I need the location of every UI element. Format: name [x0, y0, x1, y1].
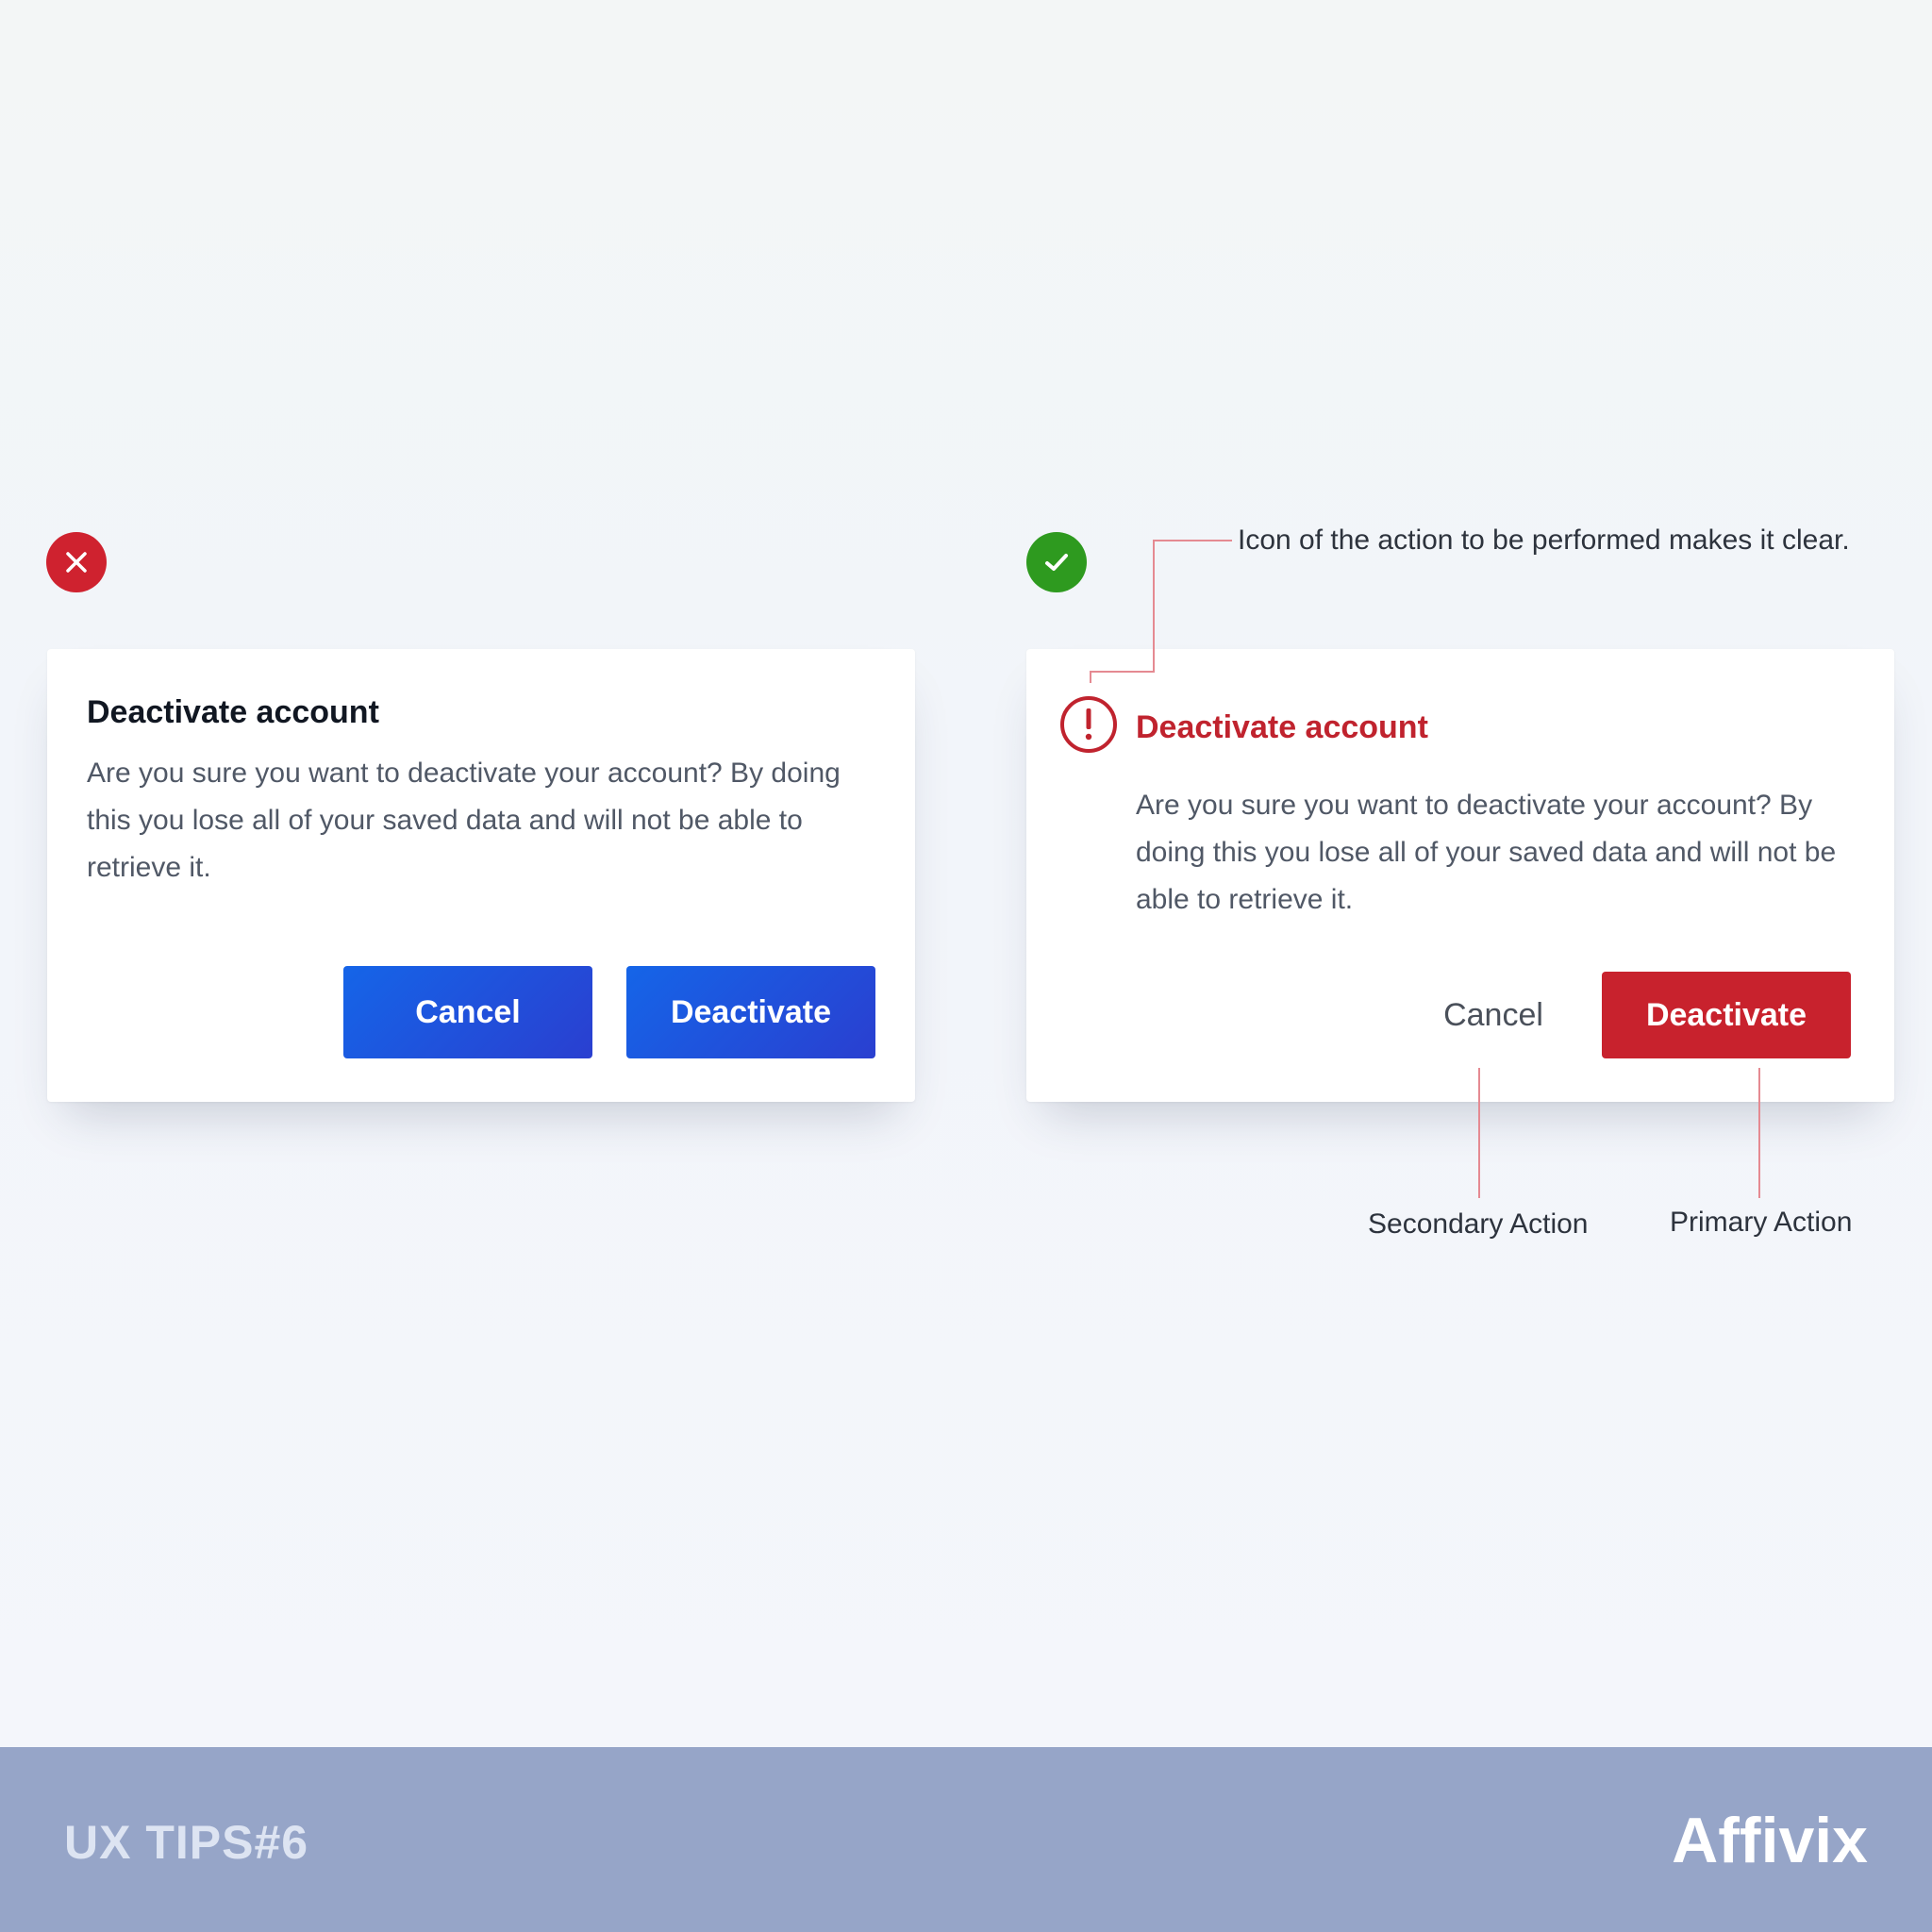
correct-badge: [1026, 532, 1087, 592]
close-icon: [66, 552, 87, 573]
deactivate-button[interactable]: Deactivate: [1602, 972, 1851, 1058]
alert-circle-icon: [1060, 696, 1117, 753]
dialog-good-example: Deactivate account Are you sure you want…: [1026, 649, 1894, 1102]
footer-banner: UX TIPS#6 Affivix: [0, 1747, 1932, 1932]
secondary-action-annotation: Secondary Action: [1368, 1208, 1589, 1240]
cancel-button[interactable]: Cancel: [1423, 972, 1564, 1058]
tip-number: UX TIPS#6: [64, 1816, 309, 1869]
icon-annotation: Icon of the action to be performed makes…: [1238, 525, 1850, 556]
check-icon: [1045, 554, 1068, 571]
dialog-title: Deactivate account: [1136, 709, 1428, 745]
dialog-title: Deactivate account: [87, 694, 379, 730]
cancel-button[interactable]: Cancel: [343, 966, 592, 1058]
dialog-bad-example: Deactivate account Are you sure you want…: [47, 649, 915, 1102]
primary-action-annotation: Primary Action: [1670, 1207, 1853, 1238]
incorrect-badge: [46, 532, 107, 592]
deactivate-button[interactable]: Deactivate: [626, 966, 875, 1058]
dialog-message: Are you sure you want to deactivate your…: [1136, 790, 1837, 915]
dialog-message: Are you sure you want to deactivate your…: [87, 758, 841, 883]
brand-logo: Affivix: [1672, 1805, 1868, 1876]
